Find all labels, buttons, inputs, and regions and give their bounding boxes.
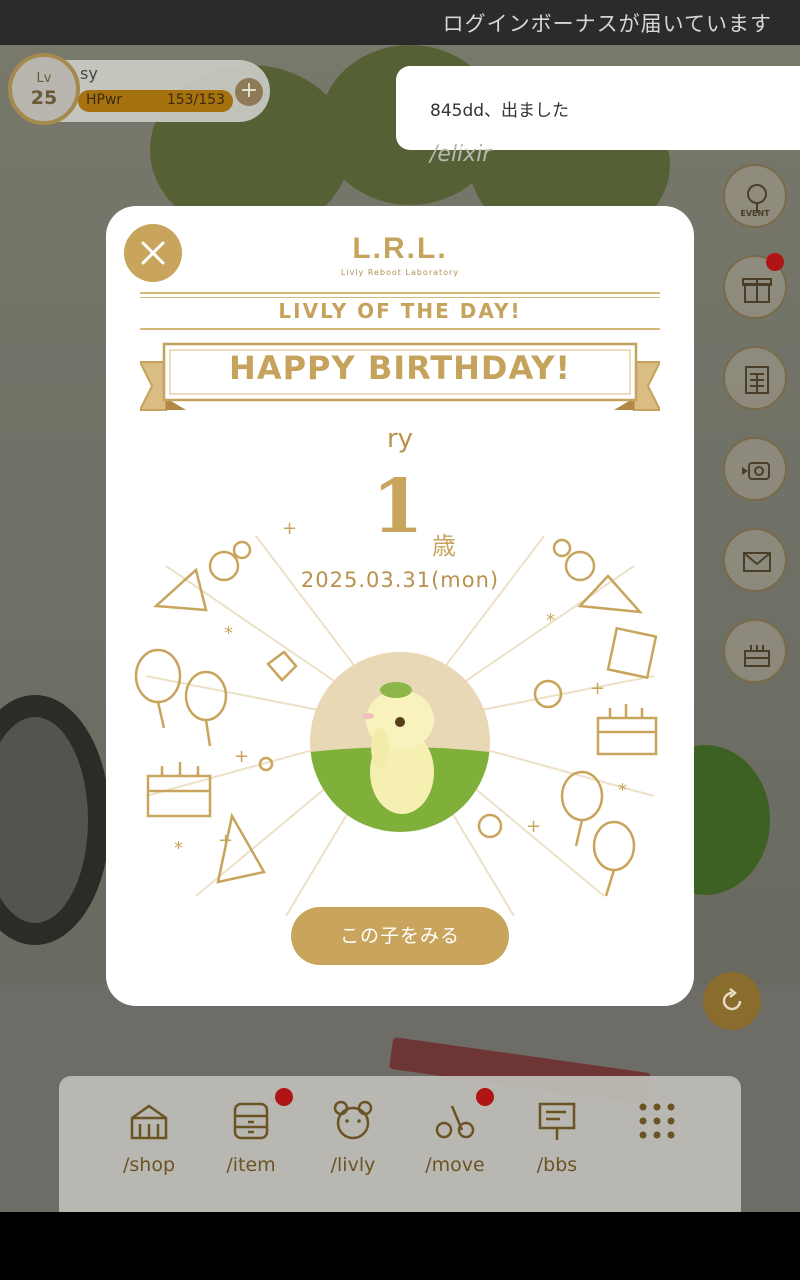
nav-item-label: /item bbox=[226, 1154, 276, 1176]
player-name: sy bbox=[80, 64, 98, 83]
hp-label: HPwr bbox=[86, 92, 123, 108]
level-value: 25 bbox=[30, 87, 58, 109]
happy-birthday-banner: HAPPY BIRTHDAY! bbox=[229, 349, 571, 387]
calendar-button[interactable] bbox=[723, 346, 787, 410]
svg-text:+: + bbox=[590, 678, 605, 699]
birthday-modal: L.R.L. Livly Reboot Laboratory LIVLY OF … bbox=[106, 206, 694, 1006]
brand-subtitle: Livly Reboot Laboratory bbox=[340, 268, 460, 277]
hp-value: 153/153 bbox=[166, 92, 225, 108]
item-badge bbox=[275, 1088, 293, 1106]
bottom-nav: /shop /item /livly /move /bbs bbox=[59, 1076, 741, 1212]
svg-text:*: * bbox=[618, 780, 627, 801]
event-label: EVENT bbox=[740, 209, 770, 218]
drawer-icon bbox=[233, 1102, 269, 1140]
hp-bar: HPwr 153/153 bbox=[78, 90, 233, 112]
divider bbox=[140, 328, 660, 330]
bear-face-icon bbox=[333, 1100, 373, 1140]
birthday-button[interactable] bbox=[723, 619, 787, 683]
level-indicator: Lv 25 bbox=[8, 53, 80, 125]
refresh-icon bbox=[722, 988, 742, 1011]
system-nav-bar bbox=[0, 1212, 800, 1280]
svg-text:+: + bbox=[234, 746, 249, 767]
nav-shop-label: /shop bbox=[122, 1154, 176, 1176]
livly-portrait[interactable] bbox=[310, 652, 490, 832]
nav-move[interactable]: /move bbox=[405, 1098, 505, 1188]
calendar-icon bbox=[745, 366, 769, 394]
toast-text: 845dd、出ました bbox=[430, 101, 570, 121]
camera-icon bbox=[742, 462, 770, 480]
notification-toast[interactable]: 845dd、出ました bbox=[396, 66, 800, 150]
gift-icon bbox=[742, 278, 772, 303]
camera-button[interactable] bbox=[723, 437, 787, 501]
livly-avatar-image bbox=[310, 652, 490, 832]
nav-bbs[interactable]: /bbs bbox=[507, 1098, 607, 1188]
nav-livly-label: /livly bbox=[330, 1154, 376, 1176]
login-bonus-message[interactable]: ログインボーナスが届いています bbox=[443, 8, 772, 38]
nav-shop[interactable]: /shop bbox=[99, 1098, 199, 1188]
svg-text:+: + bbox=[526, 816, 541, 837]
mail-button[interactable] bbox=[723, 528, 787, 592]
livly-of-the-day-title: LIVLY OF THE DAY! bbox=[278, 299, 522, 323]
nav-move-label: /move bbox=[425, 1154, 485, 1176]
event-button[interactable]: EVENT bbox=[723, 164, 787, 228]
livly-name: ry bbox=[386, 424, 414, 454]
svg-text:+: + bbox=[282, 518, 297, 539]
gift-badge bbox=[766, 253, 784, 271]
status-bar: ログインボーナスが届いています bbox=[0, 0, 800, 45]
tent-icon bbox=[130, 1104, 168, 1140]
svg-text:*: * bbox=[224, 623, 233, 644]
svg-text:+: + bbox=[218, 830, 233, 851]
room-label: /elixir bbox=[430, 142, 492, 167]
grid-dots-icon bbox=[639, 1103, 675, 1139]
level-label: Lv bbox=[36, 71, 52, 86]
svg-text:*: * bbox=[174, 838, 183, 859]
move-icon bbox=[435, 1105, 475, 1139]
cake-icon bbox=[744, 645, 770, 667]
envelope-icon bbox=[743, 552, 771, 572]
move-badge bbox=[476, 1088, 494, 1106]
nav-more[interactable] bbox=[607, 1098, 707, 1188]
divider bbox=[140, 297, 660, 298]
refresh-button[interactable] bbox=[703, 972, 761, 1030]
view-livly-button[interactable]: この子をみる bbox=[291, 907, 509, 965]
nav-item[interactable]: /item bbox=[201, 1098, 301, 1188]
svg-text:*: * bbox=[546, 610, 555, 631]
nav-bbs-label: /bbs bbox=[536, 1154, 578, 1176]
board-icon bbox=[538, 1102, 576, 1140]
add-hp-button[interactable]: + bbox=[235, 78, 263, 106]
brand-logo: L.R.L. bbox=[352, 232, 448, 265]
nav-livly[interactable]: /livly bbox=[303, 1098, 403, 1188]
divider bbox=[140, 292, 660, 294]
